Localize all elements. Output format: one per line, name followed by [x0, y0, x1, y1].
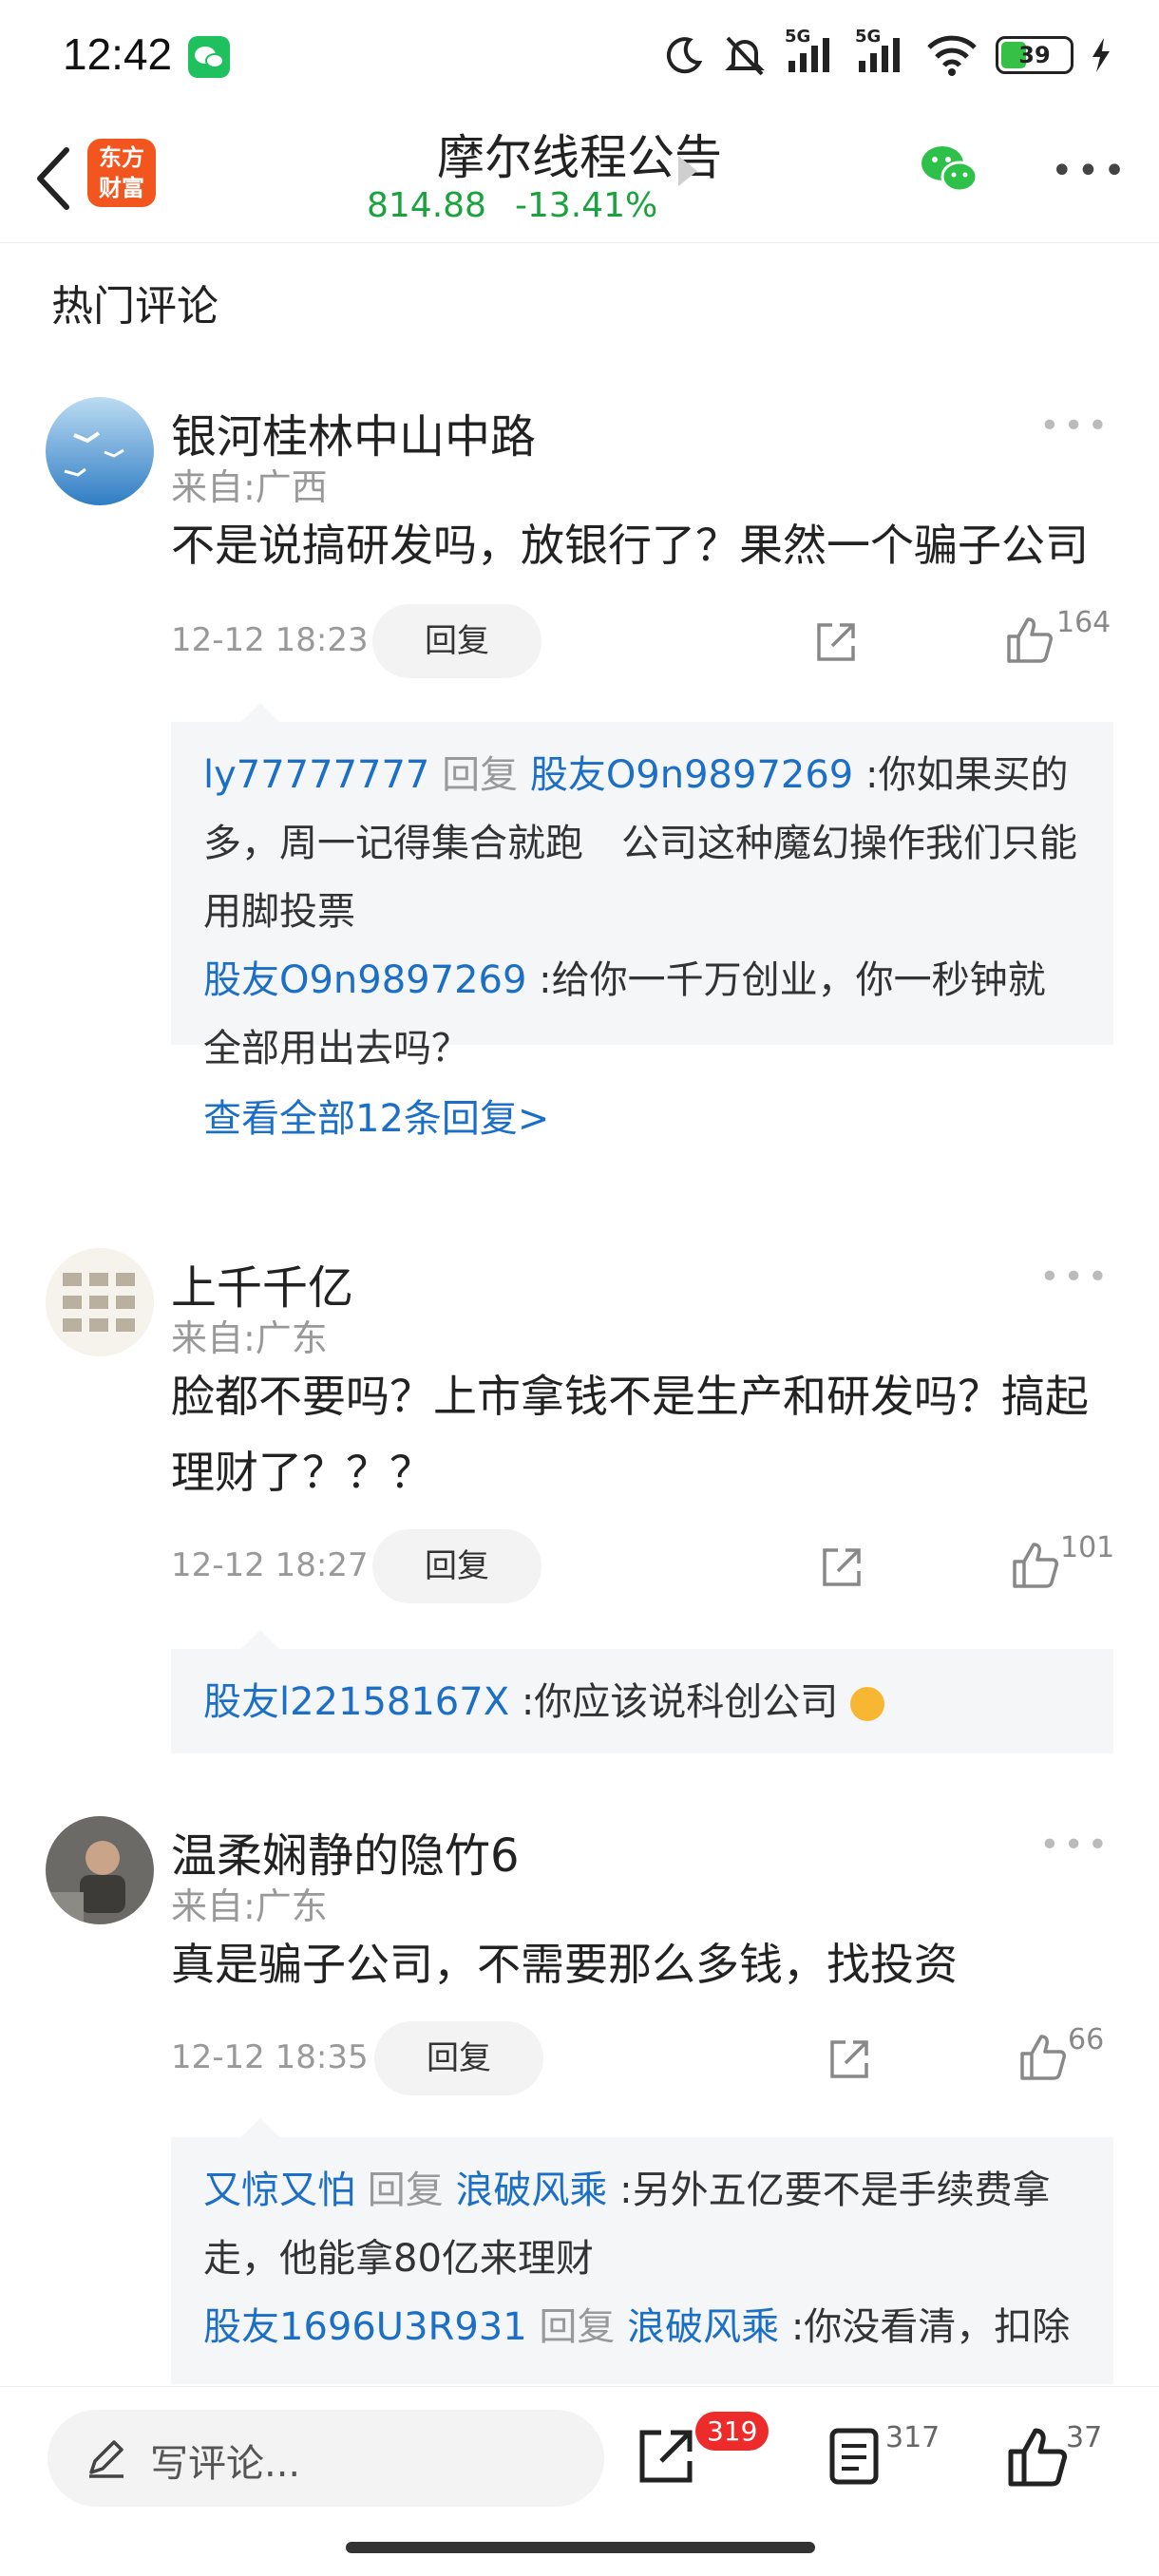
signal-2-icon: 5G: [855, 27, 908, 79]
avatar[interactable]: [46, 1816, 154, 1924]
likes-count: 37: [1066, 2421, 1103, 2454]
reply-user[interactable]: 股友l22158167X: [203, 1680, 509, 1724]
reply-button[interactable]: 回复: [372, 1529, 542, 1603]
comment-time: 12-12 18:23: [171, 621, 369, 659]
reply-tag: 回复: [367, 2169, 444, 2212]
share-icon[interactable]: [813, 619, 859, 665]
stock-price: 814.88: [367, 186, 486, 225]
status-time: 12:42: [63, 29, 173, 79]
comment-more-icon[interactable]: •••: [1039, 1258, 1112, 1297]
comment-text: 真是骗子公司，不需要那么多钱，找投资: [171, 1939, 958, 1990]
section-title: 热门评论: [51, 282, 218, 331]
reply-item[interactable]: 股友O9n9897269 :给你一千万创业，你一秒钟就全部用出去吗？: [203, 946, 1081, 1083]
view-all-replies-link[interactable]: 查看全部12条回复>: [203, 1083, 1081, 1155]
like-icon[interactable]: [1005, 2425, 1068, 2488]
reply-thread: ly77777777 回复 股友O9n9897269 :你如果买的多，周一记得集…: [171, 703, 1113, 1141]
reply-thread: 又惊又怕 回复 浪破风乘 :另外五亿要不是手续费拿走，他能拿80亿来理财 股友1…: [171, 2118, 1113, 2384]
comment-author[interactable]: 温柔娴静的隐竹6: [171, 1818, 520, 1885]
reply-user[interactable]: 股友1696U3R931: [203, 2305, 527, 2349]
signal-1-icon: 5G: [785, 27, 838, 79]
reply-target[interactable]: 股友O9n9897269: [530, 753, 853, 797]
reply-button[interactable]: 回复: [372, 604, 542, 678]
like-icon[interactable]: [1005, 616, 1054, 665]
reply-item[interactable]: 股友l22158167X :你应该说科创公司: [203, 1668, 1081, 1736]
reply-item[interactable]: 又惊又怕 回复 浪破风乘 :另外五亿要不是手续费拿走，他能拿80亿来理财: [203, 2156, 1081, 2293]
reply-item[interactable]: 股友1696U3R931 回复 浪破风乘 :你没看清，扣除: [203, 2293, 1081, 2361]
comments-icon[interactable]: [823, 2425, 885, 2488]
status-bar: 12:42 5G 5G 39: [0, 0, 1159, 112]
comment-more-icon[interactable]: •••: [1039, 1826, 1112, 1865]
comment-author[interactable]: 上千千亿: [171, 1250, 353, 1316]
comment-placeholder: 写评论...: [150, 2442, 301, 2486]
moon-icon: [666, 37, 703, 74]
pencil-icon: [89, 2440, 124, 2478]
comment-text: 不是说搞研发吗，放银行了？果然一个骗子公司: [171, 520, 1089, 571]
stock-change: -13.41%: [515, 186, 658, 225]
reply-text: :你应该说科创公司: [521, 1680, 839, 1724]
comment-location: 来自:广东: [171, 1885, 328, 1927]
share-count-badge: 319: [695, 2412, 770, 2451]
avatar[interactable]: [46, 1248, 154, 1356]
wechat-notification-icon: [188, 36, 230, 78]
share-icon[interactable]: [635, 2425, 697, 2488]
share-icon[interactable]: [826, 2036, 872, 2082]
like-icon[interactable]: [1018, 2033, 1068, 2082]
like-count: 101: [1060, 1531, 1115, 1564]
status-icons: 5G 5G 39: [663, 27, 1112, 82]
reply-button[interactable]: 回复: [374, 2021, 543, 2095]
wifi-icon: [927, 35, 977, 76]
reply-tag: 回复: [442, 753, 519, 797]
wechat-share-icon[interactable]: [918, 141, 982, 198]
comment-location: 来自:广西: [171, 466, 328, 508]
comment-text: 脸都不要吗？上市拿钱不是生产和研发吗？搞起理财了？？？: [171, 1371, 1089, 1498]
charging-icon: [1092, 38, 1110, 72]
reply-user[interactable]: 又惊又怕: [203, 2169, 355, 2212]
comment-location: 来自:广东: [171, 1317, 328, 1359]
comment-time: 12-12 18:35: [171, 2038, 369, 2076]
emoji-icon: [850, 1687, 885, 1721]
like-icon[interactable]: [1011, 1541, 1060, 1590]
share-icon[interactable]: [819, 1544, 864, 1590]
stock-header: 东方 财富 摩尔线程公告 814.88 -13.41% •••: [0, 112, 1159, 243]
more-options-icon[interactable]: •••: [1051, 152, 1130, 190]
reply-target[interactable]: 浪破风乘: [627, 2305, 779, 2349]
mute-bell-icon: [725, 36, 765, 76]
reply-user[interactable]: ly77777777: [203, 753, 429, 797]
reply-item[interactable]: ly77777777 回复 股友O9n9897269 :你如果买的多，周一记得集…: [203, 741, 1081, 946]
home-indicator[interactable]: [346, 2542, 815, 2553]
like-count: 164: [1056, 606, 1112, 639]
like-count: 66: [1068, 2023, 1105, 2056]
reply-thread: 股友l22158167X :你应该说科创公司: [171, 1630, 1113, 1753]
reply-target[interactable]: 浪破风乘: [455, 2169, 607, 2212]
reply-tag: 回复: [539, 2305, 616, 2349]
play-arrow-icon[interactable]: [678, 156, 697, 186]
comment-more-icon[interactable]: •••: [1039, 407, 1112, 445]
avatar[interactable]: [46, 397, 154, 505]
comment-author[interactable]: 银河桂林中山中路: [171, 399, 536, 465]
reply-text: :你没看清，扣除: [790, 2305, 1071, 2349]
comment-time: 12-12 18:27: [171, 1546, 369, 1584]
comments-count: 317: [885, 2421, 940, 2454]
reply-user[interactable]: 股友O9n9897269: [203, 958, 526, 1002]
battery-icon: 39: [996, 36, 1074, 74]
comment-input[interactable]: 写评论...: [48, 2410, 604, 2507]
page-title: 摩尔线程公告: [437, 130, 722, 185]
